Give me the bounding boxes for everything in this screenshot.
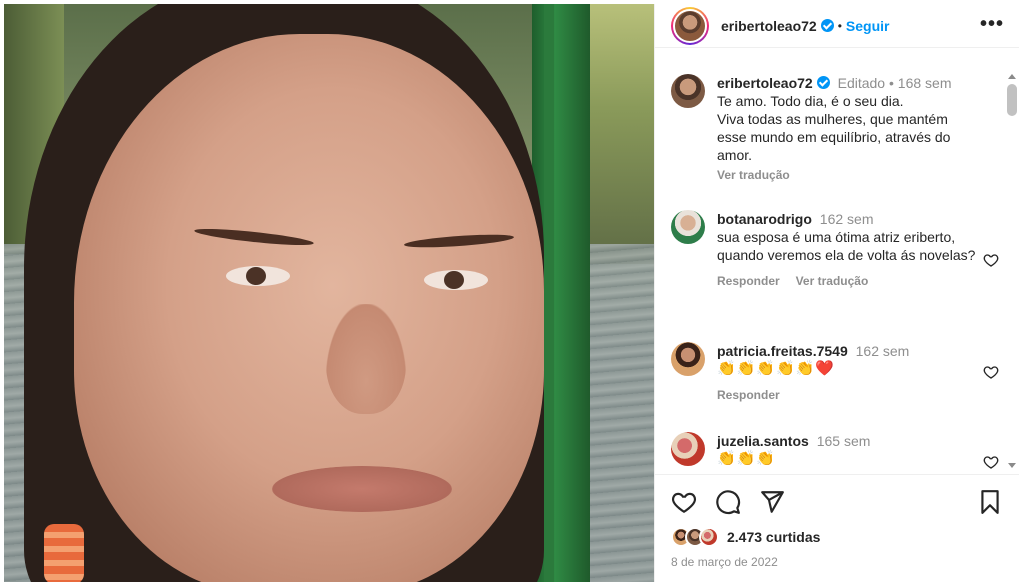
- photo-left-eye: [226, 266, 290, 286]
- photo-lips: [272, 466, 452, 512]
- comment-username[interactable]: patricia.freitas.7549: [717, 343, 848, 359]
- like-comment-heart-icon[interactable]: [983, 454, 999, 470]
- post-actions: 2.473 curtidas 8 de março de 2022: [655, 474, 1019, 582]
- caption-item: eribertoleao72 Editado • 168 sem Te amo.…: [671, 74, 1001, 184]
- comment-avatar[interactable]: [671, 342, 705, 376]
- comment-item: juzelia.santos 165 sem 👏👏👏: [671, 432, 1001, 470]
- follow-button[interactable]: Seguir: [846, 18, 890, 34]
- verified-badge-icon: [820, 19, 834, 32]
- like-comment-heart-icon[interactable]: [983, 364, 999, 380]
- photo-pole-highlight: [544, 4, 554, 582]
- comment-bubble-icon[interactable]: [715, 489, 741, 515]
- comment-item: patricia.freitas.7549 162 sem 👏👏👏👏👏❤️ Re…: [671, 342, 1001, 404]
- comment-username[interactable]: botanarodrigo: [717, 211, 812, 227]
- separator-dot: •: [888, 75, 894, 91]
- comment-body: botanarodrigo 162 sem sua esposa é uma ó…: [717, 210, 977, 290]
- verified-badge-icon: [816, 76, 830, 89]
- photo-right-eye: [424, 270, 488, 290]
- author-avatar[interactable]: [671, 6, 709, 45]
- comment-username[interactable]: juzelia.santos: [717, 433, 809, 449]
- post-photo[interactable]: [4, 4, 654, 582]
- comments-list[interactable]: eribertoleao72 Editado • 168 sem Te amo.…: [655, 60, 1019, 472]
- like-comment-heart-icon[interactable]: [983, 252, 999, 268]
- more-options-icon[interactable]: •••: [980, 14, 1004, 34]
- caption-line-2: Viva todas as mulheres, que mantém esse …: [717, 111, 951, 163]
- reply-button[interactable]: Responder: [717, 386, 780, 404]
- comment-body: patricia.freitas.7549 162 sem 👏👏👏👏👏❤️ Re…: [717, 342, 977, 404]
- post-header: eribertoleao72 • Seguir •••: [655, 4, 1019, 48]
- author-username[interactable]: eribertoleao72: [721, 18, 817, 34]
- save-bookmark-icon[interactable]: [977, 489, 1003, 515]
- scroll-down-arrow-icon[interactable]: [1008, 463, 1016, 468]
- share-paper-plane-icon[interactable]: [759, 489, 785, 515]
- reply-button[interactable]: Responder: [717, 272, 780, 290]
- caption-line-1: Te amo. Todo dia, é o seu dia.: [717, 93, 904, 109]
- post-side-panel: eribertoleao72 • Seguir ••• eribertoleao…: [654, 4, 1019, 582]
- photo-necklace: [44, 524, 84, 582]
- comment-body: juzelia.santos 165 sem 👏👏👏: [717, 432, 977, 468]
- caption-avatar[interactable]: [671, 74, 705, 108]
- comment-translate-link[interactable]: Ver tradução: [796, 272, 869, 290]
- post-date[interactable]: 8 de março de 2022: [671, 555, 778, 569]
- comment-text: sua esposa é uma ótima atriz eriberto, q…: [717, 229, 976, 263]
- caption-body: eribertoleao72 Editado • 168 sem Te amo.…: [717, 74, 977, 184]
- photo-nose: [326, 304, 406, 414]
- comment-time[interactable]: 162 sem: [820, 211, 874, 227]
- comment-avatar[interactable]: [671, 210, 705, 244]
- comment-time[interactable]: 162 sem: [856, 343, 910, 359]
- comment-text: 👏👏👏: [717, 450, 777, 467]
- separator-dot: •: [837, 18, 842, 33]
- likes-row[interactable]: 2.473 curtidas: [671, 527, 820, 547]
- comment-avatar[interactable]: [671, 432, 705, 466]
- comments-scrollbar[interactable]: [1005, 60, 1019, 472]
- scrollbar-thumb[interactable]: [1007, 84, 1017, 116]
- caption-time[interactable]: 168 sem: [898, 75, 952, 91]
- likes-count[interactable]: 2.473 curtidas: [727, 529, 820, 545]
- caption-translate-link[interactable]: Ver tradução: [717, 166, 790, 184]
- comment-text: 👏👏👏👏👏❤️: [717, 360, 836, 377]
- comment-item: botanarodrigo 162 sem sua esposa é uma ó…: [671, 210, 1001, 290]
- instagram-post-frame: eribertoleao72 • Seguir ••• eribertoleao…: [4, 4, 1019, 582]
- comment-time[interactable]: 165 sem: [817, 433, 871, 449]
- scroll-up-arrow-icon[interactable]: [1008, 74, 1016, 79]
- like-heart-icon[interactable]: [671, 489, 697, 515]
- edited-label: Editado: [837, 75, 886, 91]
- liker-avatar: [699, 527, 719, 547]
- caption-username[interactable]: eribertoleao72: [717, 75, 813, 91]
